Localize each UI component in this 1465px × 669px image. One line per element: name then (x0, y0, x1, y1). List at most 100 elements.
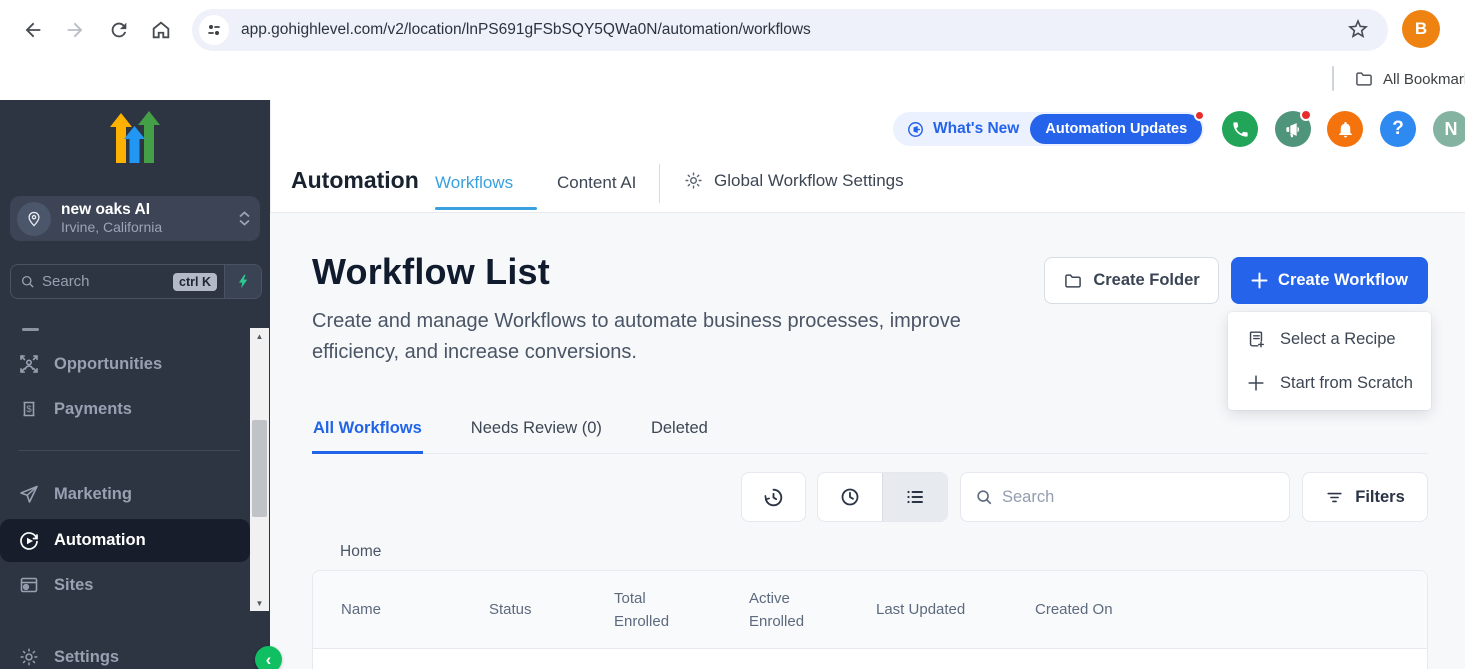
workflow-search[interactable] (960, 472, 1290, 522)
location-switcher[interactable]: new oaks AI Irvine, California (10, 196, 260, 241)
workflow-table: Name Status Total Enrolled Active Enroll… (312, 570, 1428, 669)
workflow-search-input[interactable] (1002, 488, 1289, 507)
svg-text:$: $ (26, 404, 32, 415)
location-name: new oaks AI (61, 201, 239, 219)
megaphone-icon (1284, 120, 1303, 139)
sidebar-search: ctrl K (10, 264, 262, 299)
sidebar-item-marketing[interactable]: Marketing (0, 472, 250, 516)
sidebar-scrollbar[interactable]: ▲ ▼ (250, 328, 269, 611)
menu-item-select-recipe[interactable]: Select a Recipe (1228, 317, 1431, 361)
search-icon (975, 488, 993, 506)
page-title: Automation (291, 167, 419, 194)
bookmarks-bar: All Bookmarks (0, 60, 1465, 100)
location-city: Irvine, California (61, 219, 239, 236)
forward-icon[interactable] (62, 17, 88, 43)
all-bookmarks-label[interactable]: All Bookmarks (1383, 71, 1465, 88)
announcements-button[interactable] (1275, 111, 1311, 147)
execution-logs-button[interactable] (741, 472, 806, 522)
back-icon[interactable] (20, 17, 46, 43)
menu-item-label: Start from Scratch (1280, 374, 1413, 393)
active-tab-underline (435, 207, 537, 210)
marketing-icon (18, 483, 40, 505)
gear-icon (683, 170, 704, 191)
browser-toolbar: app.gohighlevel.com/v2/location/lnPS691g… (0, 0, 1465, 60)
column-header-last-updated[interactable]: Last Updated (876, 598, 1035, 621)
create-workflow-button[interactable]: Create Workflow (1231, 257, 1428, 304)
sidebar-search-field[interactable]: ctrl K (11, 265, 224, 298)
whats-new-button[interactable]: What's New Automation Updates (893, 112, 1204, 146)
quick-actions-button[interactable] (224, 265, 261, 298)
bookmarks-folder-icon[interactable] (1354, 69, 1374, 89)
payments-icon: $ (18, 398, 40, 420)
sidebar-item-label: Settings (54, 648, 119, 667)
tab-all-workflows[interactable]: All Workflows (312, 413, 423, 454)
menu-item-start-from-scratch[interactable]: Start from Scratch (1228, 361, 1431, 405)
plus-icon (1246, 373, 1266, 393)
automation-updates-badge[interactable]: Automation Updates (1030, 114, 1202, 144)
create-folder-button[interactable]: Create Folder (1044, 257, 1219, 304)
sidebar-divider (18, 450, 240, 451)
table-header-row: Name Status Total Enrolled Active Enroll… (313, 571, 1427, 649)
sidebar-item-payments[interactable]: $ Payments (0, 387, 250, 431)
sites-icon (18, 574, 40, 596)
column-header-status[interactable]: Status (489, 598, 614, 621)
tab-content-ai[interactable]: Content AI (557, 173, 636, 193)
tab-needs-review[interactable]: Needs Review (0) (470, 413, 603, 453)
whats-new-label: What's New (933, 120, 1019, 138)
site-settings-icon[interactable] (199, 15, 229, 45)
settings-gear-icon (18, 646, 40, 668)
tab-deleted[interactable]: Deleted (650, 413, 709, 453)
sidebar-item-opportunities[interactable]: Opportunities (0, 342, 250, 386)
home-icon[interactable] (148, 17, 174, 43)
bookmark-star-icon[interactable] (1346, 17, 1372, 43)
clock-view-button[interactable] (818, 473, 882, 521)
column-header-created-on[interactable]: Created On (1035, 598, 1427, 621)
reload-icon[interactable] (106, 17, 132, 43)
url-text: app.gohighlevel.com/v2/location/lnPS691g… (241, 21, 811, 39)
folder-icon (1063, 271, 1083, 291)
scroll-down-icon[interactable]: ▼ (250, 595, 269, 611)
workflow-list-section: Workflow List Create and manage Workflow… (270, 213, 1465, 669)
breadcrumb-home[interactable]: Home (340, 543, 381, 561)
tab-workflows[interactable]: Workflows (435, 173, 513, 193)
sidebar-item-label: Payments (54, 400, 132, 419)
opportunities-icon (18, 353, 40, 375)
sidebar-search-input[interactable] (42, 273, 166, 290)
create-folder-label: Create Folder (1093, 271, 1199, 290)
browser-profile-avatar[interactable]: B (1402, 10, 1440, 48)
phone-button[interactable] (1222, 111, 1258, 147)
sidebar-collapse-button[interactable]: ‹ (255, 646, 282, 669)
bookmarks-divider (1332, 66, 1334, 91)
sidebar-item-settings[interactable]: Settings (0, 635, 250, 669)
phone-icon (1231, 120, 1250, 139)
clipped-nav-item (22, 328, 39, 331)
sidebar-item-sites[interactable]: Sites (0, 563, 250, 607)
chevron-up-down-icon[interactable] (239, 211, 250, 226)
filters-button[interactable]: Filters (1302, 472, 1428, 522)
header-divider (659, 164, 660, 203)
sidebar-item-automation[interactable]: Automation (0, 519, 250, 562)
sidebar-item-label: Marketing (54, 485, 132, 504)
location-info: new oaks AI Irvine, California (61, 201, 239, 236)
filters-label: Filters (1355, 488, 1405, 507)
list-icon (903, 485, 927, 509)
address-bar[interactable]: app.gohighlevel.com/v2/location/lnPS691g… (192, 9, 1388, 51)
global-workflow-settings-button[interactable]: Global Workflow Settings (683, 170, 904, 191)
column-header-active-enrolled[interactable]: Active Enrolled (749, 587, 876, 633)
gohighlevel-logo (108, 111, 162, 163)
view-toggle (817, 472, 948, 522)
create-workflow-dropdown: Select a Recipe Start from Scratch (1228, 312, 1431, 410)
announcement-play-icon (906, 120, 925, 139)
sidebar-item-label: Automation (54, 531, 146, 550)
bolt-icon (236, 274, 251, 289)
help-button[interactable]: ? (1380, 111, 1416, 147)
user-avatar[interactable]: N (1433, 111, 1465, 147)
scroll-up-icon[interactable]: ▲ (250, 328, 269, 344)
column-header-total-enrolled[interactable]: Total Enrolled (614, 587, 749, 633)
notifications-button[interactable] (1327, 111, 1363, 147)
column-header-name[interactable]: Name (313, 598, 489, 621)
section-description: Create and manage Workflows to automate … (312, 306, 1024, 368)
list-view-button[interactable] (882, 473, 947, 521)
section-title: Workflow List (312, 251, 550, 293)
scrollbar-thumb[interactable] (252, 420, 267, 517)
